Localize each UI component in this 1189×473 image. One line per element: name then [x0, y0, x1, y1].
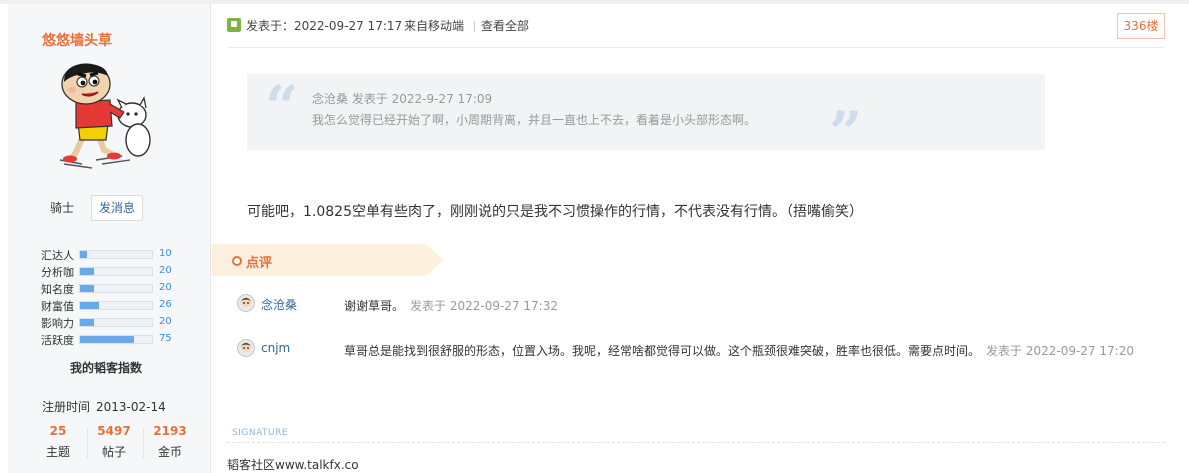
stat-row[interactable]: 财富值 26 — [41, 296, 191, 313]
post-body: 可能吧，1.0825空单有些肉了，刚刚说的只是我不习惯操作的行情，不代表没有行情… — [247, 204, 863, 220]
user-avatar-icon[interactable] — [237, 339, 255, 357]
registered-label: 注册时间 — [42, 400, 91, 414]
stat-value: 20 — [159, 316, 172, 327]
quote-block: “ 念沧桑 发表于 2022-9-27 17:09 我怎么觉得已经开始了啊，小周… — [247, 73, 1045, 162]
stat-bar-fill — [80, 319, 95, 326]
registration: 注册时间 2013-02-14 — [42, 398, 166, 415]
coins-count-value: 2193 — [153, 424, 187, 438]
stat-bar — [79, 284, 153, 293]
user-rank: 骑士 — [50, 201, 75, 215]
stat-row[interactable]: 影响力 20 — [41, 313, 191, 330]
signature-divider — [227, 442, 1165, 443]
stat-row[interactable]: 知名度 20 — [41, 279, 191, 296]
send-message-button[interactable]: 发消息 — [91, 195, 144, 221]
divider — [474, 21, 475, 32]
stat-bar — [79, 301, 153, 310]
review-time: 发表于 2022-09-27 17:32 — [410, 299, 558, 313]
review-time: 发表于 2022-09-27 17:20 — [986, 344, 1134, 358]
stat-bar-fill — [80, 251, 88, 258]
posts-count-label: 帖子 — [101, 445, 126, 459]
topics-count[interactable]: 25 主题 — [30, 424, 86, 460]
quote-author: 念沧桑 发表于 2022-9-27 17:09 — [312, 92, 493, 106]
stat-value: 20 — [159, 265, 172, 276]
post-source: 来自移动端 — [404, 19, 465, 33]
stat-value: 10 — [159, 248, 172, 259]
coins-count-label: 金币 — [157, 445, 182, 459]
username[interactable]: 悠悠墙头草 — [42, 30, 112, 50]
review-text: 谢谢草哥。 发表于 2022-09-27 17:32 — [344, 297, 558, 314]
posts-count[interactable]: 5497 帖子 — [86, 424, 142, 460]
stat-bar-fill — [80, 302, 99, 309]
stat-row[interactable]: 分析咖 20 — [41, 262, 191, 279]
posts-count-value: 5497 — [97, 424, 131, 438]
registered-date: 2013-02-14 — [96, 400, 166, 414]
stat-bar-fill — [80, 268, 95, 275]
stat-label: 影响力 — [41, 317, 74, 330]
post-time: 发表于：2022-09-27 17:17 — [246, 19, 403, 33]
user-avatar-icon[interactable] — [237, 294, 255, 312]
view-all-link[interactable]: 查看全部 — [481, 15, 529, 37]
stat-value: 26 — [159, 299, 172, 310]
stat-label: 财富值 — [41, 300, 74, 313]
stat-label: 分析咖 — [41, 266, 74, 279]
stat-label: 汇达人 — [41, 249, 74, 262]
stat-value: 75 — [159, 333, 172, 344]
review-user[interactable]: cnjm — [261, 341, 290, 355]
stat-bar-fill — [80, 285, 95, 292]
stat-row[interactable]: 活跃度 75 — [41, 330, 191, 347]
review-header: 点评 — [212, 244, 444, 276]
signature-text: 韬客社区www.talkfx.co — [227, 458, 359, 472]
post-status-icon — [227, 18, 241, 32]
quote-text: 我怎么觉得已经开始了啊，小周期背离，并且一直也上不去，看着是小头部形态啊。 — [312, 113, 757, 127]
review-text-content: 草哥总是能找到很舒服的形态，位置入场。我呢，经常啥都觉得可以做。这个瓶颈很难突破… — [344, 344, 981, 358]
signature-label: SIGNATURE — [232, 428, 289, 438]
stat-row[interactable]: 汇达人 10 — [41, 245, 191, 262]
topics-count-value: 25 — [49, 424, 67, 438]
header-divider — [227, 47, 1165, 48]
stat-label: 知名度 — [41, 283, 74, 296]
topics-count-label: 主题 — [45, 445, 70, 459]
stat-bar — [79, 250, 153, 259]
stat-label: 活跃度 — [41, 334, 74, 347]
user-sidebar: 悠悠墙头草 骑士 发消息 汇达人 10 分析咖 20 知名度 20 财富值 26… — [8, 4, 211, 473]
user-stats: 汇达人 10 分析咖 20 知名度 20 财富值 26 影响力 20 活跃度 75 — [41, 245, 191, 347]
user-counts: 25 主题 5497 帖子 2193 金币 — [30, 424, 198, 464]
stat-bar — [79, 267, 153, 276]
stats-caption[interactable]: 我的韬客指数 — [70, 359, 142, 376]
stat-value: 20 — [159, 282, 172, 293]
review-title: 点评 — [246, 256, 273, 271]
open-quote-icon: “ — [265, 73, 299, 141]
review-text-content: 谢谢草哥。 — [344, 299, 405, 313]
close-quote-icon: ” — [829, 99, 863, 167]
floor-badge[interactable]: 336楼 — [1117, 13, 1165, 39]
stat-bar-fill — [80, 336, 134, 343]
stat-bar — [79, 318, 153, 327]
review-user[interactable]: 念沧桑 — [261, 296, 297, 313]
review-text: 草哥总是能找到很舒服的形态，位置入场。我呢，经常啥都觉得可以做。这个瓶颈很难突破… — [344, 342, 1134, 359]
avatar[interactable] — [52, 60, 152, 170]
review-icon — [232, 256, 242, 266]
coins-count[interactable]: 2193 金币 — [142, 424, 198, 460]
stat-bar — [79, 335, 153, 344]
